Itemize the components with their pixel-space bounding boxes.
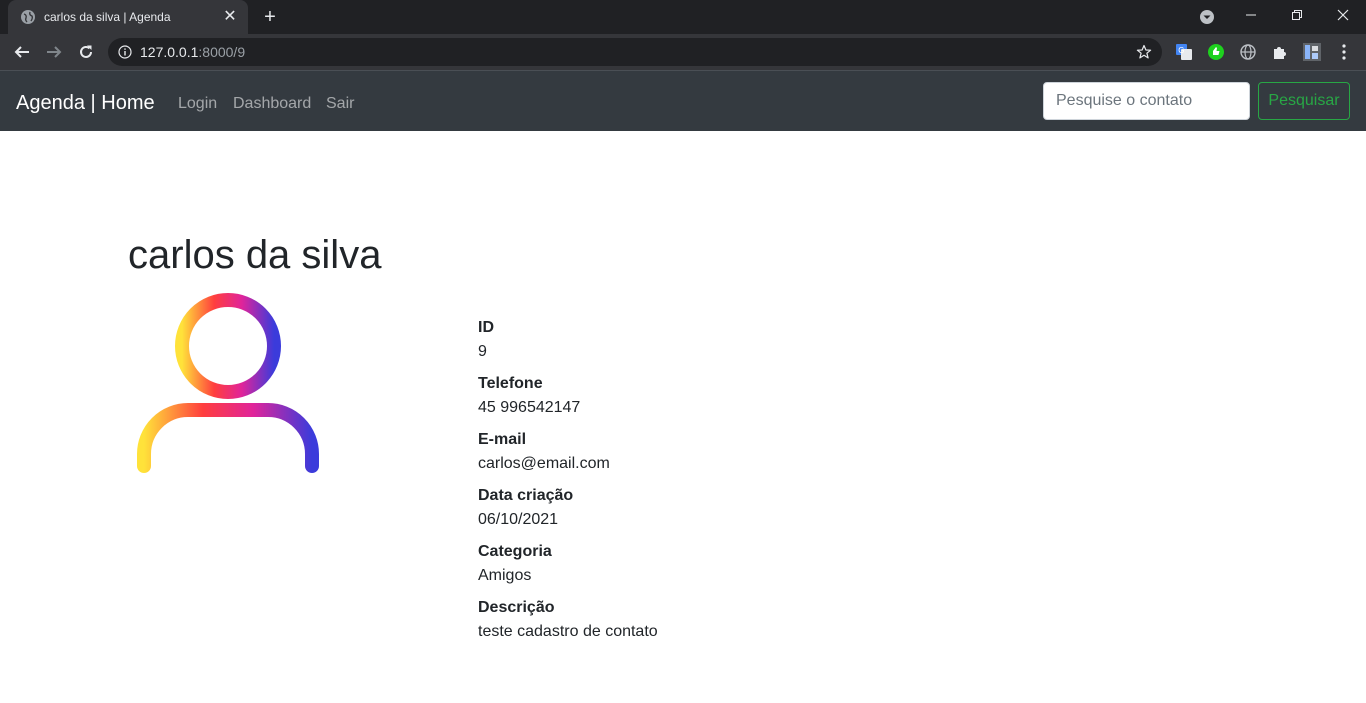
green-extension-icon[interactable] bbox=[1206, 42, 1226, 62]
field-label: Data criação bbox=[478, 487, 574, 504]
translate-extension-icon[interactable]: G bbox=[1174, 42, 1194, 62]
nav-link-login[interactable]: Login bbox=[178, 95, 217, 113]
field-label: Descrição bbox=[478, 599, 555, 616]
field-label: E-mail bbox=[478, 431, 527, 448]
field-label: Categoria bbox=[478, 543, 552, 560]
forward-icon[interactable] bbox=[42, 40, 66, 64]
contact-name-heading: carlos da silva bbox=[128, 233, 382, 277]
browser-tab[interactable]: carlos da silva | Agenda ✕ bbox=[8, 0, 248, 34]
contact-details: ID 9 Telefone 45 996542147 E-mail carlos… bbox=[478, 316, 658, 652]
field-value: 06/10/2021 bbox=[478, 511, 559, 528]
browser-tabstrip: carlos da silva | Agenda ✕ + bbox=[0, 0, 1366, 34]
search-button[interactable]: Pesquisar bbox=[1258, 82, 1350, 120]
profile-avatar-icon[interactable] bbox=[1302, 42, 1322, 62]
nav-link-sair[interactable]: Sair bbox=[326, 95, 354, 113]
back-icon[interactable] bbox=[10, 40, 34, 64]
puzzle-extensions-icon[interactable] bbox=[1270, 42, 1290, 62]
close-window-icon[interactable] bbox=[1320, 0, 1366, 30]
minimize-icon[interactable] bbox=[1228, 0, 1274, 30]
info-icon[interactable] bbox=[118, 45, 132, 59]
svg-text:G: G bbox=[1178, 46, 1184, 55]
contact-search-input[interactable] bbox=[1043, 82, 1250, 120]
field-value: Amigos bbox=[478, 567, 532, 584]
field-descricao: Descrição teste cadastro de contato bbox=[478, 596, 658, 644]
globe-icon bbox=[21, 10, 35, 24]
field-label: Telefone bbox=[478, 375, 543, 392]
globe-extension-icon[interactable] bbox=[1238, 42, 1258, 62]
nav-link-dashboard[interactable]: Dashboard bbox=[233, 95, 311, 113]
navbar-brand[interactable]: Agenda | Home bbox=[16, 92, 155, 115]
bookmark-star-icon[interactable] bbox=[1136, 44, 1152, 60]
tab-title: carlos da silva | Agenda bbox=[44, 10, 171, 24]
reload-icon[interactable] bbox=[74, 40, 98, 64]
user-avatar-icon bbox=[137, 293, 319, 473]
tab-search-icon[interactable] bbox=[1199, 9, 1215, 25]
restore-icon[interactable] bbox=[1274, 0, 1320, 30]
menu-kebab-icon[interactable] bbox=[1334, 42, 1354, 62]
field-value: carlos@email.com bbox=[478, 455, 610, 472]
browser-toolbar: 127.0.0.1:8000/9 G bbox=[0, 34, 1366, 70]
field-value: teste cadastro de contato bbox=[478, 623, 658, 640]
field-data-criacao: Data criação 06/10/2021 bbox=[478, 484, 658, 532]
field-categoria: Categoria Amigos bbox=[478, 540, 658, 588]
address-bar[interactable]: 127.0.0.1:8000/9 bbox=[108, 38, 1162, 66]
field-id: ID 9 bbox=[478, 316, 658, 364]
field-value: 9 bbox=[478, 343, 487, 360]
field-value: 45 996542147 bbox=[478, 399, 581, 416]
tab-close-icon[interactable]: ✕ bbox=[222, 9, 238, 25]
site-navbar: Agenda | Home Login Dashboard Sair Pesqu… bbox=[0, 70, 1366, 131]
field-telefone: Telefone 45 996542147 bbox=[478, 372, 658, 420]
field-label: ID bbox=[478, 319, 494, 336]
url-text: 127.0.0.1:8000/9 bbox=[140, 44, 246, 60]
new-tab-icon[interactable]: + bbox=[258, 6, 282, 30]
field-email: E-mail carlos@email.com bbox=[478, 428, 658, 476]
